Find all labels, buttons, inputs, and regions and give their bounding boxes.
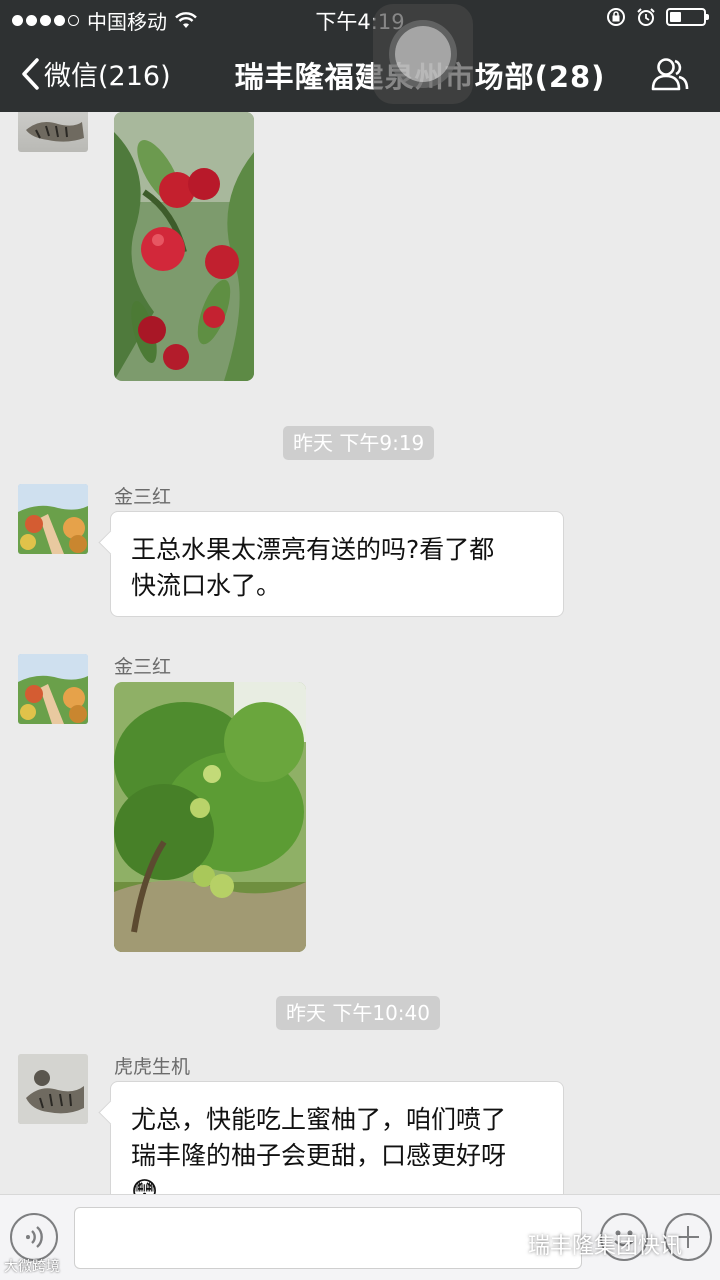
avatar-tiger[interactable] bbox=[18, 112, 88, 152]
voice-icon bbox=[26, 1226, 43, 1248]
chevron-left-icon bbox=[22, 57, 39, 90]
rotation-lock-icon bbox=[607, 8, 625, 26]
sender-name: 金三红 bbox=[114, 656, 172, 678]
timestamp: 昨天 下午10:40 bbox=[276, 996, 440, 1030]
avatar-scenic[interactable] bbox=[18, 654, 88, 724]
message-line: 王总水果太漂亮有送的吗?看了都 bbox=[131, 535, 495, 564]
timestamp: 昨天 下午9:19 bbox=[283, 426, 435, 460]
message-line: 尤总，快能吃上蜜柚了，咱们喷了 bbox=[131, 1105, 507, 1134]
message-line: 快流口水了。 bbox=[131, 571, 282, 600]
alarm-icon bbox=[637, 8, 655, 26]
watermark: 瑞丰隆集团快讯 bbox=[486, 1228, 682, 1260]
emoji: 😳 bbox=[131, 1177, 159, 1194]
battery-icon bbox=[666, 8, 709, 26]
message-bubble[interactable]: 王总水果太漂亮有送的吗?看了都 快流口水了。 bbox=[110, 511, 564, 617]
group-members-icon bbox=[651, 58, 689, 91]
message-bubble[interactable]: 尤总，快能吃上蜜柚了，咱们喷了 瑞丰隆的柚子会更甜，口感更好呀 😳 bbox=[110, 1081, 564, 1194]
sender-name: 虎虎生机 bbox=[114, 1056, 191, 1078]
watermark-brand: 瑞丰隆集团快讯 bbox=[528, 1234, 683, 1259]
sender-name: 金三红 bbox=[114, 486, 172, 508]
voice-input-button[interactable] bbox=[10, 1213, 58, 1261]
red-fruit-photo bbox=[114, 112, 254, 381]
message-image[interactable] bbox=[114, 112, 254, 381]
watermark-corner: 大微跨境 bbox=[4, 1259, 60, 1275]
group-info-button[interactable] bbox=[650, 56, 690, 96]
chat-area[interactable]: 昨天 下午9:19 金三红 王总水果太漂亮有送的吗?看了都 快流口水了。 金三红 bbox=[0, 112, 720, 1194]
nav-bar: 微信(216) 瑞丰隆福建泉州市场部(28) bbox=[0, 36, 720, 112]
avatar-tiger[interactable] bbox=[18, 1054, 88, 1124]
status-right bbox=[606, 7, 709, 27]
pomelo-tree-photo bbox=[114, 682, 306, 952]
wechat-logo-icon bbox=[487, 1230, 521, 1257]
status-bar: 中国移动 下午4:19 bbox=[0, 0, 720, 36]
message-image[interactable] bbox=[114, 682, 306, 952]
back-button[interactable]: 微信(216) bbox=[20, 54, 171, 93]
message-line: 瑞丰隆的柚子会更甜，口感更好呀 bbox=[131, 1141, 507, 1170]
avatar-scenic[interactable] bbox=[18, 484, 88, 554]
assistive-touch-button[interactable] bbox=[373, 4, 473, 104]
